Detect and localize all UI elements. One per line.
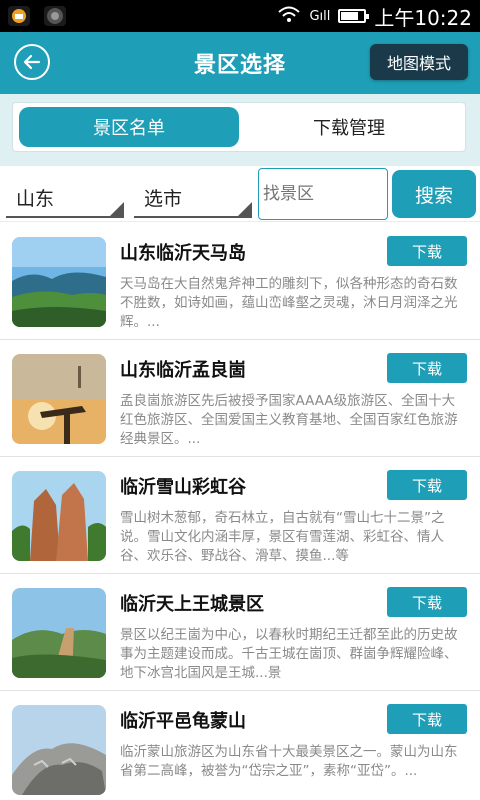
province-select[interactable]: 山东 xyxy=(6,178,124,218)
list-item[interactable]: 临沂天上王城景区 下载 景区以纪王崮为中心，以春秋时期纪王迁都至此的历史故事为主… xyxy=(0,574,480,691)
scenic-name: 山东临沂孟良崮 xyxy=(120,360,246,381)
download-button[interactable]: 下载 xyxy=(387,236,467,266)
province-value: 山东 xyxy=(16,187,55,210)
notification-globe-icon xyxy=(44,6,66,26)
city-select[interactable]: 选市 xyxy=(134,178,252,218)
battery-icon xyxy=(338,9,370,23)
scenic-thumbnail xyxy=(12,354,106,444)
dropdown-corner-icon xyxy=(110,202,124,216)
tab-bar: 景区名单 下载管理 xyxy=(12,102,466,152)
scenic-description: 天马岛在大自然鬼斧神工的雕刻下，似各种形态的奇石数不胜数，如诗如画，蕴山峦峰壑之… xyxy=(120,276,458,330)
list-item[interactable]: 山东临沂孟良崮 下载 孟良崮旅游区先后被授予国家AAAA级旅游区、全国十大红色旅… xyxy=(0,340,480,457)
scenic-description: 临沂蒙山旅游区为山东省十大最美景区之一。蒙山为山东省第二高峰，被誉为“岱宗之亚”… xyxy=(120,744,458,779)
scenic-description: 景区以纪王崮为中心，以春秋时期纪王迁都至此的历史故事为主题建设而成。千古王城在崮… xyxy=(120,627,458,681)
tab-download-manager[interactable]: 下载管理 xyxy=(239,107,459,147)
status-bar: Gıll 上午10:22 xyxy=(0,0,480,32)
scenic-name: 临沂天上王城景区 xyxy=(120,594,264,615)
scenic-thumbnail xyxy=(12,237,106,327)
clock: 上午10:22 xyxy=(374,5,472,30)
scenic-description: 雪山树木葱郁，奇石林立，自古就有“雪山七十二景”之说。雪山文化内涵丰厚，景区有雪… xyxy=(120,510,445,564)
download-button[interactable]: 下载 xyxy=(387,353,467,383)
download-button[interactable]: 下载 xyxy=(387,587,467,617)
scenic-name: 临沂平邑龟蒙山 xyxy=(120,711,246,732)
back-arrow-icon xyxy=(23,54,41,70)
download-button[interactable]: 下载 xyxy=(387,704,467,734)
city-value: 选市 xyxy=(144,187,183,210)
filter-bar: 山东 选市 搜索 xyxy=(0,166,480,222)
tab-scenic-list[interactable]: 景区名单 xyxy=(19,107,239,147)
list-item[interactable]: 临沂雪山彩虹谷 下载 雪山树木葱郁，奇石林立，自古就有“雪山七十二景”之说。雪山… xyxy=(0,457,480,574)
scenic-thumbnail xyxy=(12,471,106,561)
list-item[interactable]: 山东临沂天马岛 下载 天马岛在大自然鬼斧神工的雕刻下，似各种形态的奇石数不胜数，… xyxy=(0,223,480,340)
app-bar: 景区选择 地图模式 xyxy=(0,32,480,94)
back-button[interactable] xyxy=(14,44,50,80)
search-input[interactable] xyxy=(258,168,388,220)
notification-app-icon xyxy=(8,6,30,26)
scenic-description: 孟良崮旅游区先后被授予国家AAAA级旅游区、全国十大红色旅游区、全国爱国主义教育… xyxy=(120,393,458,447)
scenic-name: 临沂雪山彩虹谷 xyxy=(120,477,246,498)
search-button[interactable]: 搜索 xyxy=(392,170,476,218)
download-button[interactable]: 下载 xyxy=(387,470,467,500)
scenic-thumbnail xyxy=(12,705,106,795)
signal-indicator: Gıll xyxy=(309,8,331,24)
dropdown-corner-icon xyxy=(238,202,252,216)
map-mode-button[interactable]: 地图模式 xyxy=(370,44,468,80)
scenic-spot-list: 山东临沂天马岛 下载 天马岛在大自然鬼斧神工的雕刻下，似各种形态的奇石数不胜数，… xyxy=(0,223,480,800)
tab-bar-container: 景区名单 下载管理 xyxy=(0,94,480,166)
list-item[interactable]: 临沂平邑龟蒙山 下载 临沂蒙山旅游区为山东省十大最美景区之一。蒙山为山东省第二高… xyxy=(0,691,480,800)
scenic-name: 山东临沂天马岛 xyxy=(120,243,246,264)
wifi-icon xyxy=(277,4,301,28)
scenic-thumbnail xyxy=(12,588,106,678)
